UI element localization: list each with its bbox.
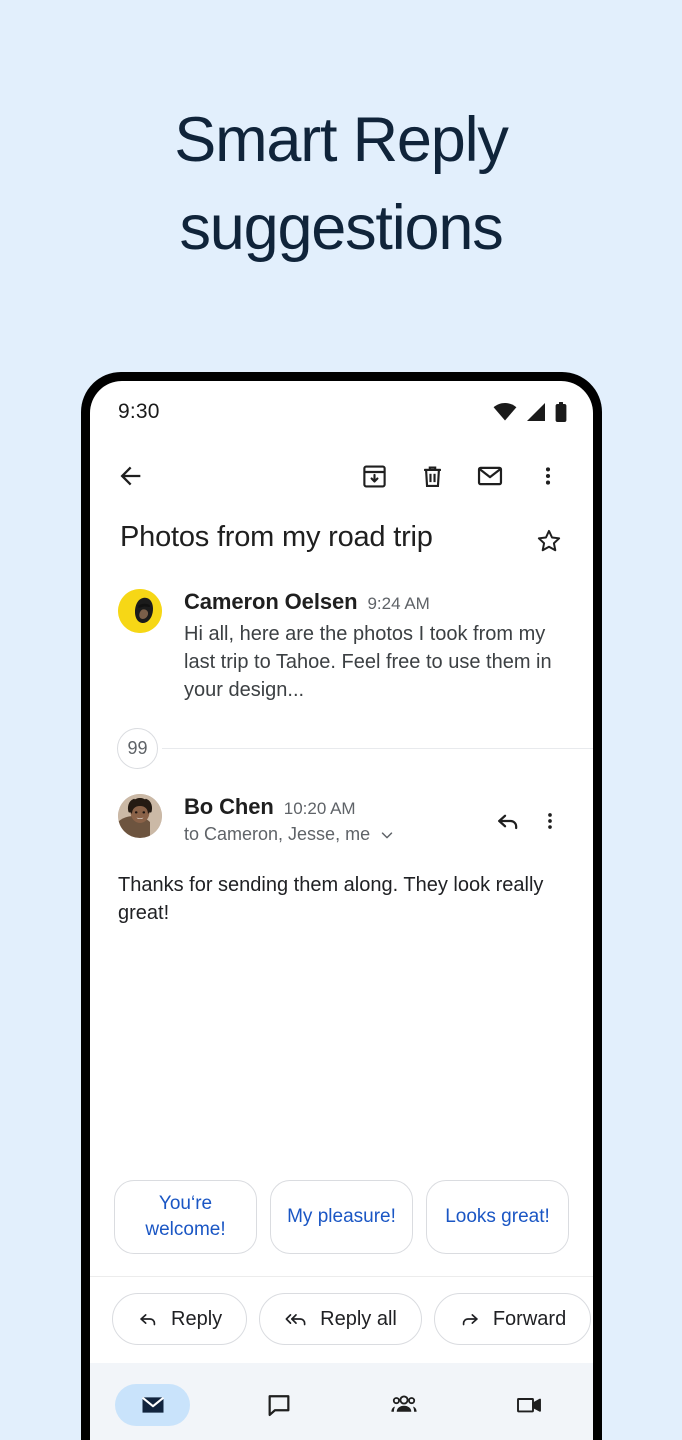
email-toolbar [90,443,593,509]
video-camera-icon [515,1392,545,1418]
archive-button[interactable] [351,453,397,499]
message-sender: Cameron Oelsen [184,589,358,614]
message-header: Bo Chen 10:20 AM [184,794,487,820]
avatar [118,589,162,633]
back-button[interactable] [108,453,154,499]
message-more-button[interactable] [529,800,571,842]
message-content: Cameron Oelsen 9:24 AM Hi all, here are … [162,589,569,704]
reply-all-icon [284,1308,308,1330]
message-snippet: Hi all, here are the photos I took from … [184,623,552,701]
people-group-icon [389,1391,419,1419]
message-reply-button[interactable] [487,800,529,842]
delete-button[interactable] [409,453,455,499]
chevron-down-icon[interactable] [378,826,396,844]
nav-item-mail[interactable] [90,1363,216,1440]
reply-all-button[interactable]: Reply all [259,1293,422,1345]
collapsed-count-badge[interactable]: 99 [117,727,158,769]
phone-frame: 9:30 Photos from my road trip Cameron Oe… [81,372,602,1440]
smart-reply-chips: You‘re welcome! My pleasure! Looks great… [90,1180,593,1276]
page-title: Smart Reply suggestions [0,96,682,272]
message-actions [487,794,571,842]
reply-icon [137,1308,159,1330]
toolbar-more-button[interactable] [525,453,571,499]
smart-reply-chip-1[interactable]: You‘re welcome! [114,1180,257,1254]
nav-item-spaces[interactable] [342,1363,468,1440]
reply-button-label: Reply [171,1307,223,1330]
status-bar-clock: 9:30 [118,400,160,423]
smart-reply-chip-3[interactable]: Looks great! [426,1180,569,1254]
collapsed-messages-row[interactable]: 99 [90,720,593,776]
wifi-icon [493,403,517,421]
message-recipients: to Cameron, Jesse, me [184,824,371,844]
chat-bubble-icon [265,1391,293,1419]
message-header: Cameron Oelsen 9:24 AM [184,589,569,615]
battery-icon [555,402,567,422]
star-button[interactable] [527,519,571,563]
message-content: Bo Chen 10:20 AM to Cameron, Jesse, me [162,794,487,845]
email-subject: Photos from my road trip [120,521,433,553]
nav-item-meet[interactable] [467,1363,593,1440]
page-title-line-1: Smart Reply [174,105,509,175]
page-title-line-2: suggestions [179,193,503,263]
collapsed-divider [162,748,593,749]
message-item[interactable]: Cameron Oelsen 9:24 AM Hi all, here are … [90,563,593,704]
message-recipients-row[interactable]: to Cameron, Jesse, me [184,824,487,845]
bottom-navigation [90,1363,593,1440]
nav-item-chat[interactable] [216,1363,342,1440]
cellular-signal-icon [526,403,546,421]
phone-screen: 9:30 Photos from my road trip Cameron Oe… [90,381,593,1440]
subject-row: Photos from my road trip [90,509,593,563]
forward-button-label: Forward [492,1307,567,1330]
message-timestamp: 9:24 AM [367,594,430,613]
forward-icon [459,1308,481,1330]
reply-button[interactable]: Reply [112,1293,248,1345]
mail-icon [139,1391,167,1419]
smart-reply-chip-2[interactable]: My pleasure! [270,1180,413,1254]
status-bar: 9:30 [90,381,593,443]
message-timestamp: 10:20 AM [283,799,356,818]
message-sender: Bo Chen [184,794,274,819]
nav-active-pill [115,1384,191,1426]
status-bar-icons [493,402,567,422]
forward-button[interactable]: Forward [433,1293,592,1345]
reply-all-button-label: Reply all [320,1307,397,1330]
reply-action-bar: Reply Reply all Forward [90,1276,593,1363]
mark-unread-button[interactable] [467,453,513,499]
avatar [118,794,162,838]
message-body-text: Thanks for sending them along. They look… [118,874,544,924]
message-item-expanded: Bo Chen 10:20 AM to Cameron, Jesse, me [90,776,593,845]
